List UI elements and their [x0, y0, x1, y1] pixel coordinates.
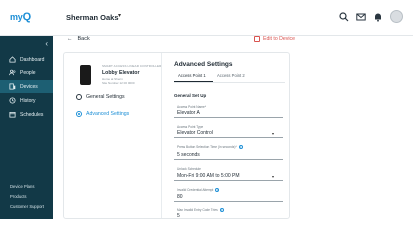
field-label: Access Point Type	[177, 125, 204, 129]
back-label: Back	[77, 36, 90, 42]
top-bar: myQ Sherman Oaks ▾	[0, 0, 413, 36]
arrow-left-icon: ←	[67, 36, 73, 42]
logo-text: my	[10, 12, 23, 22]
field-underline	[174, 180, 283, 181]
invalid-credential-input[interactable]: 80	[177, 194, 183, 200]
field-label-with-info: Invalid Credential Attempt i	[177, 188, 220, 192]
add-device-label: Edit to Device	[263, 36, 296, 42]
history-icon	[9, 97, 16, 104]
tab-access-point-1[interactable]: Access Point 1	[178, 73, 206, 78]
sidebar-item-label: Devices	[20, 83, 38, 90]
sidebar-item-label: Dashboard	[20, 56, 45, 63]
press-button-time-input[interactable]: 5 seconds	[177, 152, 200, 158]
field-underline	[174, 201, 283, 202]
field-underline	[174, 159, 283, 160]
sidebar-item-dashboard[interactable]: Dashboard	[0, 53, 53, 66]
info-icon[interactable]: i	[238, 145, 243, 149]
max-invalid-entry-input[interactable]: 5	[177, 213, 180, 218]
tabs-baseline	[174, 82, 285, 83]
site-selector[interactable]: Sherman Oaks	[66, 13, 119, 22]
sidebar-item-label: Schedules	[20, 111, 44, 118]
access-point-type-select[interactable]: Elevator Control	[177, 130, 213, 136]
sidebar-footer-customer-support[interactable]: Customer Support	[10, 204, 44, 209]
sidebar-item-people[interactable]: People	[0, 66, 53, 79]
avatar[interactable]	[390, 10, 403, 23]
field-label: Invalid Credential Attempt	[177, 188, 214, 192]
advanced-settings-label: Advanced Settings	[86, 111, 130, 117]
unlock-schedule-select[interactable]: Mon-Fri 9:00 AM to 5:00 PM	[177, 173, 240, 179]
trash-icon	[254, 36, 260, 42]
radio-selected-icon	[76, 111, 82, 117]
field-label: Press Button Selection Time (In seconds)…	[177, 145, 237, 149]
field-label: Unlock Schedule	[177, 167, 201, 171]
field-label: Max Invalid Entry Code Tries	[177, 208, 218, 212]
device-category: SMART ACCESS LINEAR CONTROLLER	[102, 64, 162, 68]
device-meta-number: Site Number 12 00 0000	[102, 81, 135, 85]
chevron-down-icon[interactable]: ▾	[272, 174, 274, 179]
calendar-icon	[9, 112, 16, 118]
section-title: General Set Up	[174, 93, 207, 98]
bell-icon[interactable]	[373, 12, 383, 22]
chevron-down-icon[interactable]: ▾	[118, 12, 121, 19]
logo-mark: Q	[22, 11, 32, 23]
back-button[interactable]: ← Back	[67, 36, 90, 42]
header-actions	[339, 10, 403, 23]
general-settings-label: General Settings	[86, 94, 125, 100]
home-icon	[9, 56, 16, 63]
sidebar-footer-device-plans[interactable]: Device Plans	[10, 184, 34, 189]
info-icon[interactable]: i	[215, 188, 220, 192]
info-icon[interactable]: i	[219, 208, 224, 212]
panel-title: Advanced Settings	[174, 61, 233, 68]
search-icon[interactable]	[339, 11, 349, 22]
sidebar-item-label: People	[20, 69, 36, 76]
sidebar-item-label: History	[20, 97, 36, 104]
general-settings-link[interactable]: General Settings	[76, 94, 125, 100]
field-label: Access Point Name*	[177, 105, 207, 109]
active-tab-indicator	[174, 81, 213, 82]
advanced-settings-link[interactable]: Advanced Settings	[76, 111, 129, 117]
device-image	[80, 65, 91, 85]
chevron-down-icon[interactable]: ▾	[272, 131, 274, 136]
radio-icon	[76, 94, 82, 100]
mail-icon[interactable]	[356, 12, 366, 22]
sidebar-footer-products[interactable]: Products	[10, 194, 27, 199]
field-label-with-info: Max Invalid Entry Code Tries i	[177, 208, 224, 212]
field-underline	[174, 117, 283, 118]
app-logo[interactable]: myQ	[10, 11, 31, 23]
people-icon	[9, 69, 16, 76]
field-underline	[174, 137, 283, 138]
sidebar-item-history[interactable]: History	[0, 94, 53, 107]
device-name: Lobby Elevator	[102, 70, 140, 76]
sidebar: ‹ Dashboard People Devices History Sched…	[0, 36, 53, 219]
collapse-sidebar-icon[interactable]: ‹	[45, 39, 48, 48]
field-label-with-info: Press Button Selection Time (In seconds)…	[177, 145, 243, 149]
sidebar-item-devices[interactable]: Devices	[0, 80, 53, 93]
sidebar-item-schedules[interactable]: Schedules	[0, 108, 53, 121]
card-divider	[161, 53, 162, 218]
tab-access-point-2[interactable]: Access Point 2	[217, 73, 245, 78]
device-settings-card: SMART ACCESS LINEAR CONTROLLER Lobby Ele…	[63, 52, 290, 219]
access-point-name-input[interactable]: Elevator A	[177, 110, 200, 116]
add-device-button[interactable]: Edit to Device	[254, 36, 295, 42]
devices-icon	[9, 83, 16, 90]
